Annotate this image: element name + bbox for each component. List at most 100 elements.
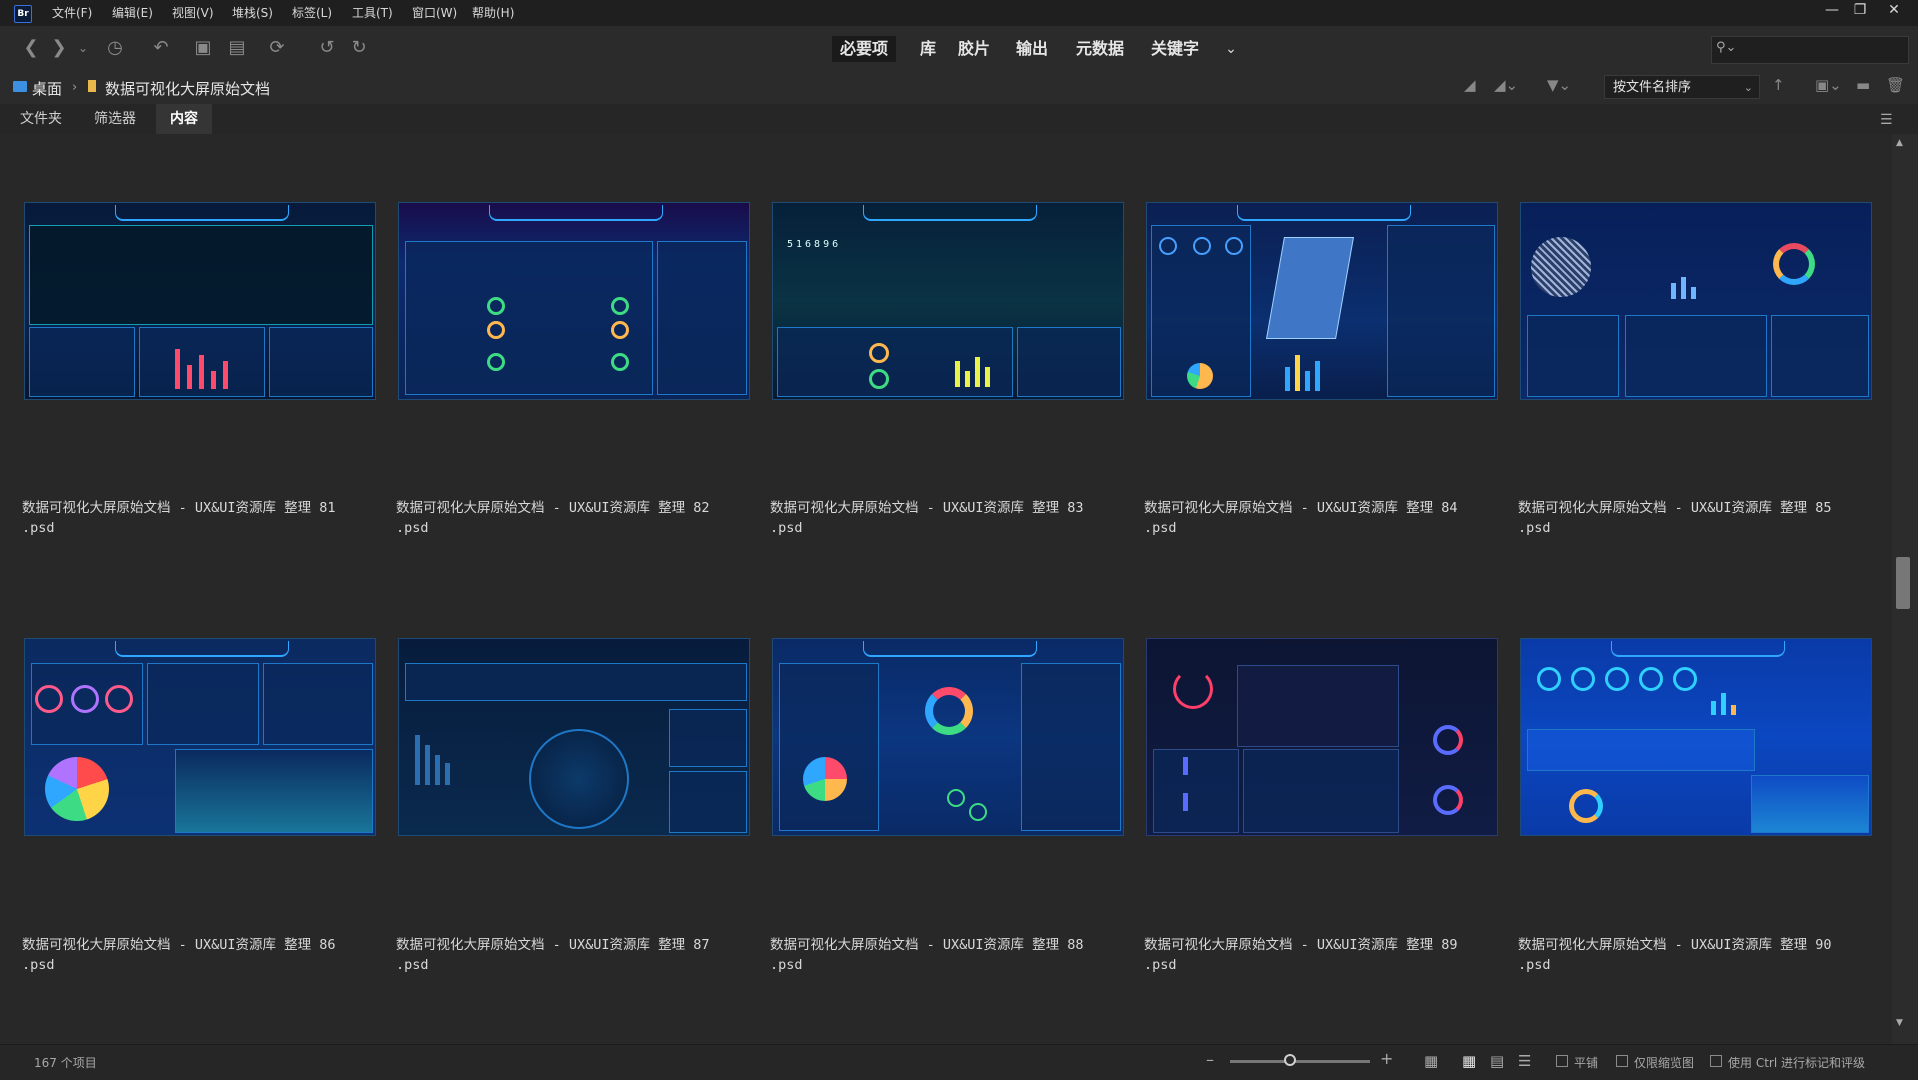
thumbnail-82[interactable] [398, 202, 750, 400]
sort-label: 按文件名排序 [1613, 80, 1692, 95]
back-icon[interactable]: ❮ [20, 37, 42, 59]
restore-icon[interactable]: ❐ [1846, 0, 1874, 22]
scroll-down-icon[interactable]: ▼ [1896, 1018, 1903, 1028]
menu-help[interactable]: 帮助(H) [472, 4, 514, 21]
minimize-icon[interactable]: — [1818, 0, 1846, 22]
thumbnails-only-label: 仅限缩览图 [1634, 1056, 1695, 1070]
menu-view[interactable]: 视图(V) [172, 4, 214, 21]
ctrl-label-text: 使用 Ctrl 进行标记和评级 [1728, 1056, 1865, 1070]
menu-tools[interactable]: 工具(T) [352, 4, 393, 21]
refine-icon[interactable]: ▤ [226, 37, 248, 59]
thumbnail-84[interactable] [1146, 202, 1498, 400]
menu-window[interactable]: 窗口(W) [412, 4, 457, 21]
thumbnail-85[interactable] [1520, 202, 1872, 400]
thumbnail-81[interactable] [24, 202, 376, 400]
zoom-out-icon[interactable]: – [1206, 1050, 1214, 1069]
menu-file[interactable]: 文件(F) [52, 4, 92, 21]
thumbnail-86[interactable] [24, 638, 376, 836]
filename-90-ext: .psd [1518, 957, 1551, 973]
thumbnail-87[interactable] [398, 638, 750, 836]
filename-84[interactable]: 数据可视化大屏原始文档 - UX&UI资源库 整理 84 [1144, 498, 1496, 518]
forward-icon[interactable]: ❯ [48, 37, 70, 59]
filename-86-ext: .psd [22, 957, 55, 973]
menu-label[interactable]: 标签(L) [292, 4, 332, 21]
filename-90[interactable]: 数据可视化大屏原始文档 - UX&UI资源库 整理 90 [1518, 935, 1870, 955]
breadcrumb-current-folder[interactable]: 数据可视化大屏原始文档 [105, 78, 270, 99]
search-input[interactable] [1711, 36, 1909, 64]
delete-icon[interactable]: 🗑 [1886, 76, 1905, 94]
thumbnail-view-icon[interactable]: ▦ [1462, 1052, 1476, 1070]
tab-filter[interactable]: 筛选器 [80, 104, 150, 134]
thumbnail-size-slider[interactable] [1230, 1060, 1370, 1063]
filename-81-ext: .psd [22, 520, 55, 536]
camera-icon[interactable]: ▣ [192, 37, 214, 59]
rating-filter-icon[interactable]: ◢⌄ [1494, 76, 1518, 94]
breadcrumb-desktop[interactable]: 桌面 [32, 78, 62, 99]
workspace-keywords[interactable]: 关键字 [1143, 36, 1207, 62]
filename-82[interactable]: 数据可视化大屏原始文档 - UX&UI资源库 整理 82 [396, 498, 748, 518]
list-view-icon[interactable]: ☰ [1518, 1052, 1531, 1070]
scroll-up-icon[interactable]: ▲ [1896, 138, 1903, 148]
sort-select[interactable]: 按文件名排序 ⌄ [1604, 75, 1760, 99]
history-dropdown-icon[interactable]: ⌄ [72, 37, 94, 59]
sort-direction-icon[interactable]: ↑ [1772, 76, 1785, 94]
filename-89[interactable]: 数据可视化大屏原始文档 - UX&UI资源库 整理 89 [1144, 935, 1496, 955]
chevron-down-icon: ⌄ [1743, 81, 1753, 94]
new-folder-icon[interactable]: ▬ [1856, 76, 1870, 94]
thumbnails-only-checkbox[interactable] [1616, 1055, 1628, 1067]
filename-86[interactable]: 数据可视化大屏原始文档 - UX&UI资源库 整理 86 [22, 935, 374, 955]
scrollbar-thumb[interactable] [1896, 557, 1910, 609]
filename-81[interactable]: 数据可视化大屏原始文档 - UX&UI资源库 整理 81 [22, 498, 374, 518]
filename-88-ext: .psd [770, 957, 803, 973]
filename-87-ext: .psd [396, 957, 429, 973]
item-count: 167 个项目 [34, 1056, 97, 1070]
quality-icon[interactable]: ◢ [1464, 76, 1476, 94]
workspace-output[interactable]: 输出 [1008, 36, 1056, 62]
menu-edit[interactable]: 编辑(E) [112, 4, 153, 21]
filter-icon[interactable]: ▼⌄ [1547, 76, 1571, 94]
search-icon[interactable]: ⚲⌄ [1716, 40, 1736, 55]
panel-tabs [0, 104, 1918, 134]
desktop-icon [13, 81, 27, 92]
zoom-in-icon[interactable]: + [1380, 1049, 1393, 1068]
return-icon[interactable]: ↶ [150, 37, 172, 59]
recent-icon[interactable]: ◷ [104, 37, 126, 59]
filename-83[interactable]: 数据可视化大屏原始文档 - UX&UI资源库 整理 83 [770, 498, 1122, 518]
folder-icon [88, 80, 96, 92]
filename-89-ext: .psd [1144, 957, 1177, 973]
thumbnail-88[interactable] [772, 638, 1124, 836]
ctrl-label-checkbox[interactable] [1710, 1055, 1722, 1067]
thumbnail-83-counter: 516896 [787, 239, 842, 250]
status-bar [0, 1044, 1918, 1080]
details-view-icon[interactable]: ▤ [1490, 1052, 1504, 1070]
workspace-filmstrip[interactable]: 胶片 [950, 36, 998, 62]
open-in-camera-raw-icon[interactable]: ⟳ [266, 37, 288, 59]
rotate-right-icon[interactable]: ↻ [348, 37, 370, 59]
workspace-metadata[interactable]: 元数据 [1068, 36, 1132, 62]
filename-82-ext: .psd [396, 520, 429, 536]
flat-view-label: 平铺 [1574, 1056, 1599, 1070]
workspace-libraries[interactable]: 库 [912, 36, 944, 62]
rotate-left-icon[interactable]: ↺ [316, 37, 338, 59]
thumbnail-90[interactable] [1520, 638, 1872, 836]
filename-84-ext: .psd [1144, 520, 1177, 536]
close-icon[interactable]: ✕ [1880, 0, 1908, 22]
thumbnail-83[interactable]: 516896 [772, 202, 1124, 400]
workspace-essentials[interactable]: 必要项 [832, 36, 897, 62]
tab-content[interactable]: 内容 [156, 104, 212, 134]
grid-lock-icon[interactable]: ▦ [1424, 1052, 1438, 1070]
filename-85[interactable]: 数据可视化大屏原始文档 - UX&UI资源库 整理 85 [1518, 498, 1870, 518]
menu-bar [0, 0, 1918, 26]
filename-88[interactable]: 数据可视化大屏原始文档 - UX&UI资源库 整理 88 [770, 935, 1122, 955]
workspace-more-icon[interactable]: ⌄ [1220, 38, 1242, 60]
flat-view-checkbox[interactable] [1556, 1055, 1568, 1067]
filename-87[interactable]: 数据可视化大屏原始文档 - UX&UI资源库 整理 87 [396, 935, 748, 955]
app-logo: Br [14, 5, 32, 23]
tab-folders[interactable]: 文件夹 [6, 104, 76, 134]
panel-menu-icon[interactable]: ☰ [1880, 112, 1893, 128]
open-recent-icon[interactable]: ▣⌄ [1815, 76, 1842, 94]
menu-stack[interactable]: 堆栈(S) [232, 4, 273, 21]
thumbnail-89[interactable] [1146, 638, 1498, 836]
breadcrumb-separator-icon: › [72, 80, 78, 95]
filename-83-ext: .psd [770, 520, 803, 536]
